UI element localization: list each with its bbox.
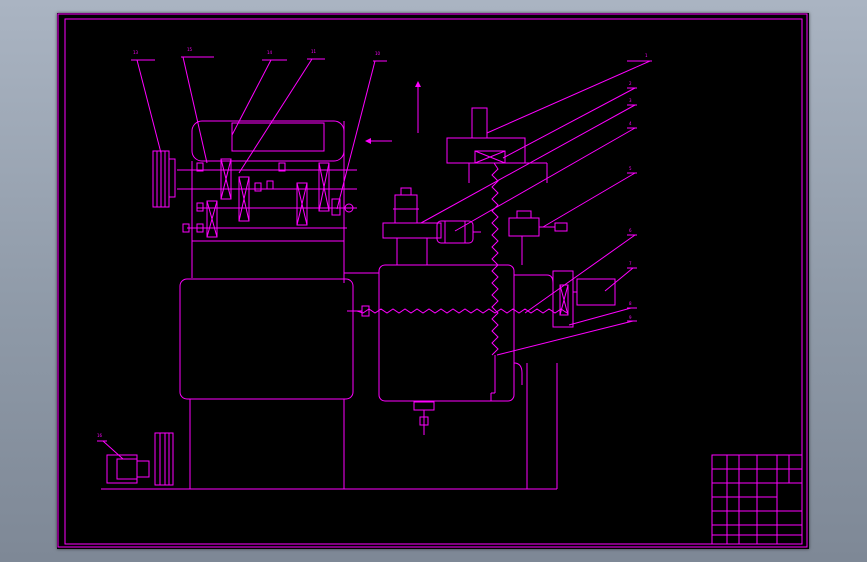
callout-4: 4 xyxy=(629,121,632,126)
outer-border xyxy=(57,13,808,548)
callout-3: 3 xyxy=(629,98,632,103)
right-drive xyxy=(552,270,616,328)
callout-2: 2 xyxy=(629,81,632,86)
callout-14: 14 xyxy=(267,50,273,55)
inner-border xyxy=(64,18,803,545)
drive-motor xyxy=(101,432,177,490)
callout-8: 8 xyxy=(629,301,632,306)
leader-lines xyxy=(97,56,652,460)
callout-6: 6 xyxy=(629,228,632,233)
cross-slide xyxy=(382,187,481,265)
upper-slide xyxy=(446,107,548,183)
callout-7: 7 xyxy=(629,261,632,266)
work-housing xyxy=(347,162,568,435)
machine-frame xyxy=(177,272,558,490)
machine-drawing: 13 15 14 11 10 1 2 3 4 5 6 7 8 9 16 xyxy=(57,13,808,548)
drawing-sheet: 13 15 14 11 10 1 2 3 4 5 6 7 8 9 16 xyxy=(57,13,809,549)
callout-10: 10 xyxy=(375,51,381,56)
callout-13: 13 xyxy=(133,50,139,55)
headstock xyxy=(152,120,357,278)
callout-16: 16 xyxy=(97,433,103,438)
callout-15: 15 xyxy=(187,47,193,52)
tool-head xyxy=(508,210,568,265)
title-block xyxy=(711,454,803,545)
callout-11: 11 xyxy=(311,49,317,54)
callout-1: 1 xyxy=(645,53,648,58)
callout-5: 5 xyxy=(629,166,632,171)
motion-arrows xyxy=(365,81,421,144)
callout-9: 9 xyxy=(629,315,632,320)
